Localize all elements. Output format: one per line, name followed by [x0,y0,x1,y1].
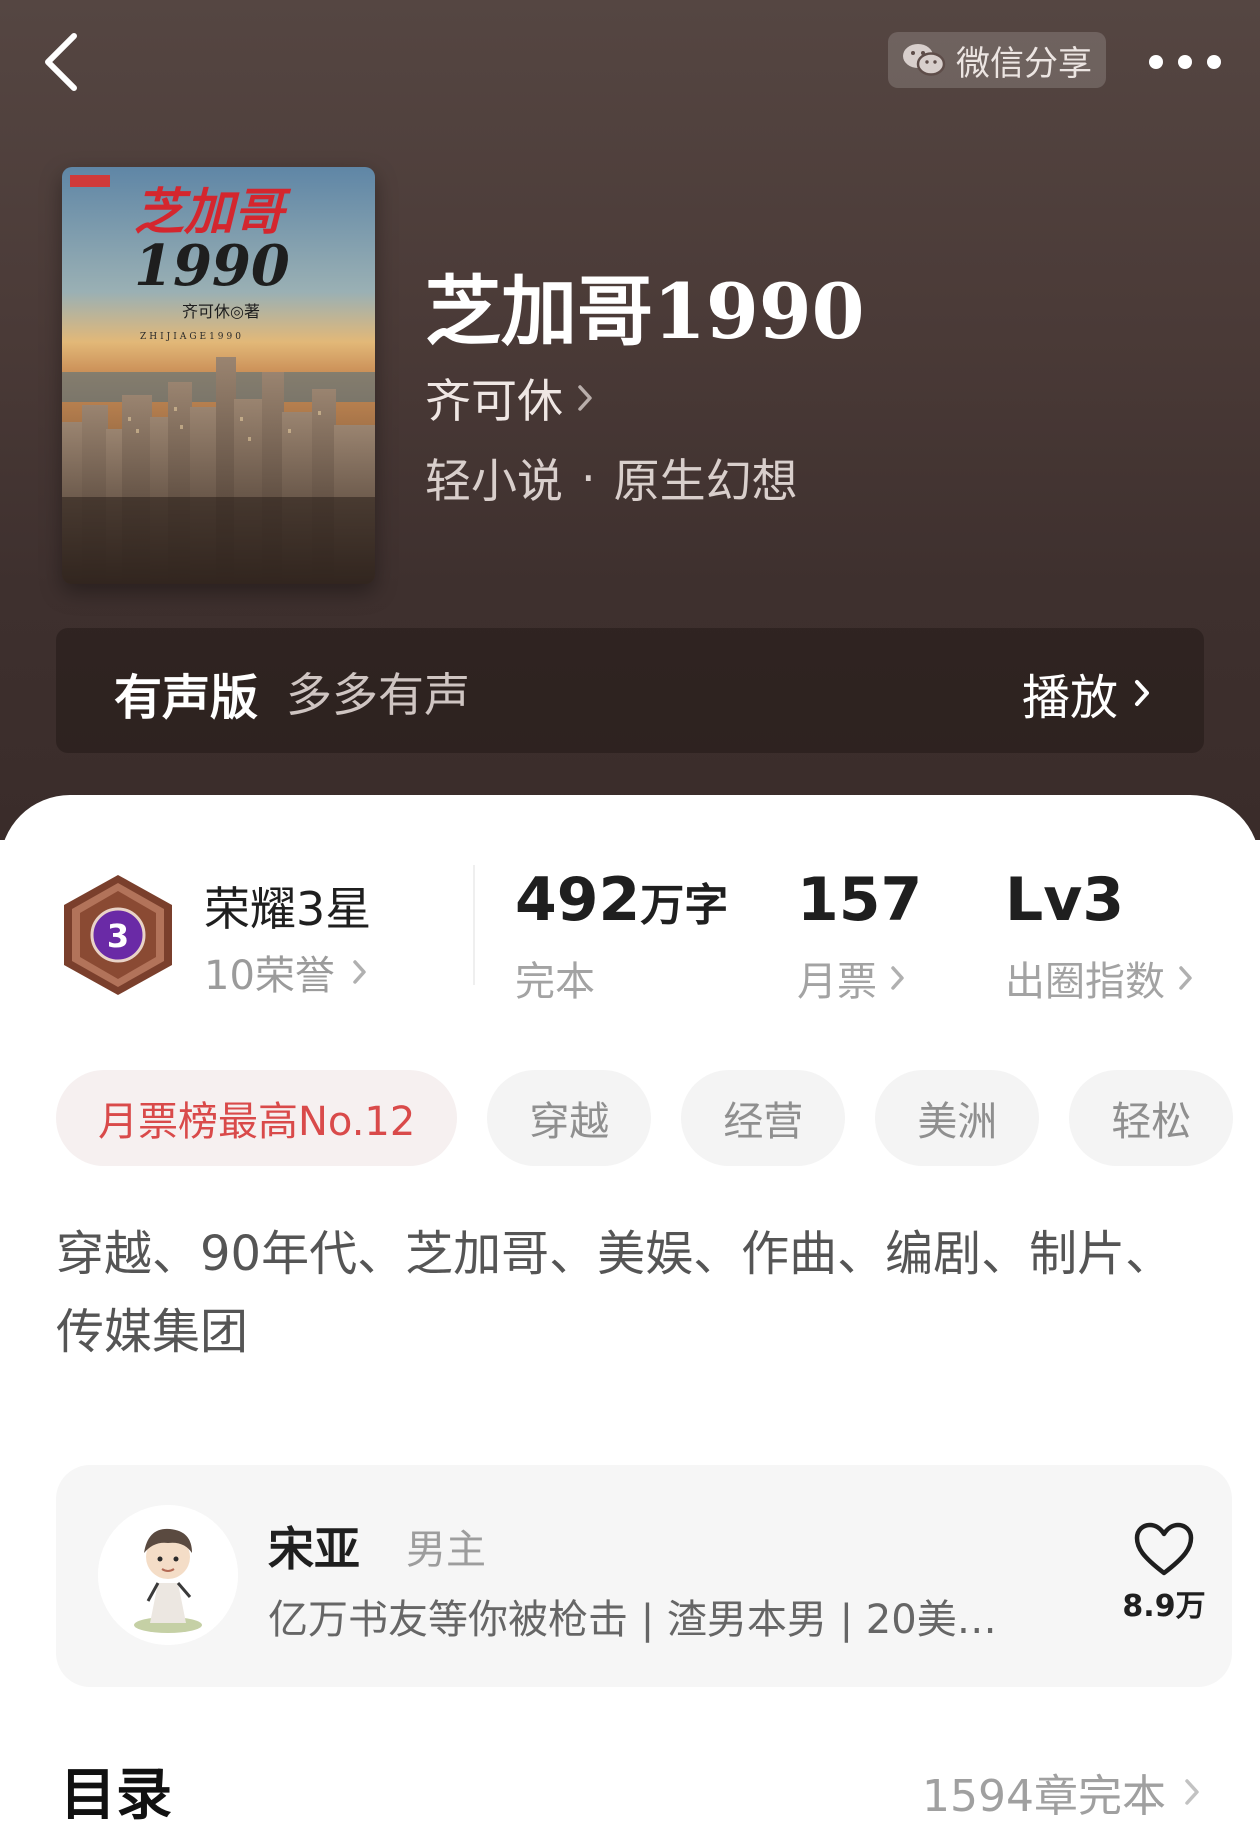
wechat-icon [903,44,946,76]
back-button[interactable] [36,26,96,96]
more-button[interactable] [1140,38,1230,86]
chevron-right-icon [891,966,904,990]
tag-list: 月票榜最高No.12 穿越 经营 美洲 轻松 [56,1070,1234,1166]
tag-item[interactable]: 穿越 [487,1070,652,1166]
honor-subtitle: 10荣誉 [204,953,335,999]
honor-title[interactable]: 荣耀3星 [204,873,371,939]
word-count-value: 492万字 [515,865,728,935]
like-count: 8.9万 [1122,1589,1206,1624]
tag-item[interactable]: 经营 [681,1070,846,1166]
character-card[interactable]: 宋亚 男主 亿万书友等你被枪击 | 渣男本男 | 20美… 8.9万 [56,1465,1232,1687]
toc-status: 1594章完本 [922,1771,1166,1822]
completion-label: 完本 [515,959,595,1005]
popularity-index-label: 出圈指数 [1005,959,1165,1005]
chevron-right-icon [1185,1779,1199,1805]
badge-number: 3 [107,917,129,955]
audio-version-bar[interactable]: 有声版 多多有声 播放 [56,628,1204,753]
author-name: 齐可休 [425,374,563,428]
character-avatar [98,1505,238,1645]
cover-pinyin: ZHIJIAGE1990 [140,332,244,342]
cover-author: 齐可休◎著 [182,302,260,321]
like-button[interactable]: 8.9万 [1116,1521,1212,1625]
audio-source: 多多有声 [286,668,470,722]
popularity-index-link[interactable]: 出圈指数 [1005,949,1195,1007]
stats-divider [473,865,475,985]
share-label: 微信分享 [956,43,1092,84]
wechat-share-button[interactable]: 微信分享 [888,32,1106,88]
popularity-index-stat[interactable]: Lv3 出圈指数 [1005,865,1195,1007]
book-header: 微信分享 芝加哥 1990 齐可休◎著 ZHIJIAGE1990 芝加哥1990… [0,0,1260,840]
audio-label: 有声版 [114,670,259,726]
toc-link[interactable]: 1594章完本 [922,1760,1202,1824]
category[interactable]: 轻小说 [425,445,563,511]
word-count-unit: 万字 [640,880,729,931]
tag-item[interactable]: 轻松 [1069,1070,1234,1166]
book-detail-content: 3 荣耀3星 10荣誉 492万字 完本 157 月票 Lv3 出圈指数 月票榜… [0,795,1260,1845]
heart-icon [1134,1522,1194,1576]
monthly-ticket-label: 月票 [797,959,877,1005]
book-description[interactable]: 穿越、90年代、芝加哥、美娱、作曲、编剧、制片、传媒集团 [56,1215,1206,1371]
word-count-number: 492 [515,865,641,935]
toc-title: 目录 [60,1763,172,1828]
character-role: 男主 [406,1527,486,1573]
tag-monthly-rank[interactable]: 月票榜最高No.12 [56,1070,458,1166]
chevron-right-icon [578,385,592,411]
book-cover[interactable]: 芝加哥 1990 齐可休◎著 ZHIJIAGE1990 [62,167,375,584]
honor-badge-icon[interactable]: 3 [58,873,178,998]
monthly-ticket-link[interactable]: 月票 [797,949,922,1007]
chevron-right-icon [1179,966,1192,990]
word-count-stat: 492万字 完本 [515,865,728,1007]
cover-title-2: 1990 [134,233,290,299]
book-title: 芝加哥1990 [425,267,865,356]
monthly-ticket-value: 157 [797,865,923,935]
monthly-ticket-stat[interactable]: 157 月票 [797,865,922,1007]
popularity-index-value: Lv3 [1005,865,1125,935]
subcategory[interactable]: 原生幻想 [614,445,798,511]
play-label: 播放 [1021,670,1118,726]
author-link[interactable]: 齐可休 [425,365,595,431]
play-button[interactable]: 播放 [1022,658,1152,728]
genre-info: 轻小说 · 原生幻想 [425,445,798,511]
tag-item[interactable]: 美洲 [875,1070,1040,1166]
character-name: 宋亚 [268,1522,360,1576]
honor-link[interactable]: 10荣誉 [204,943,369,1001]
chevron-left-icon [45,33,77,91]
separator-dot: · [581,451,596,505]
more-dots-icon [1149,55,1221,69]
chevron-right-icon [353,960,366,984]
chevron-right-icon [1135,680,1149,706]
book-cover-art: 芝加哥 1990 齐可休◎著 ZHIJIAGE1990 [62,167,375,584]
character-description: 亿万书友等你被枪击 | 渣男本男 | 20美… [268,1597,997,1643]
